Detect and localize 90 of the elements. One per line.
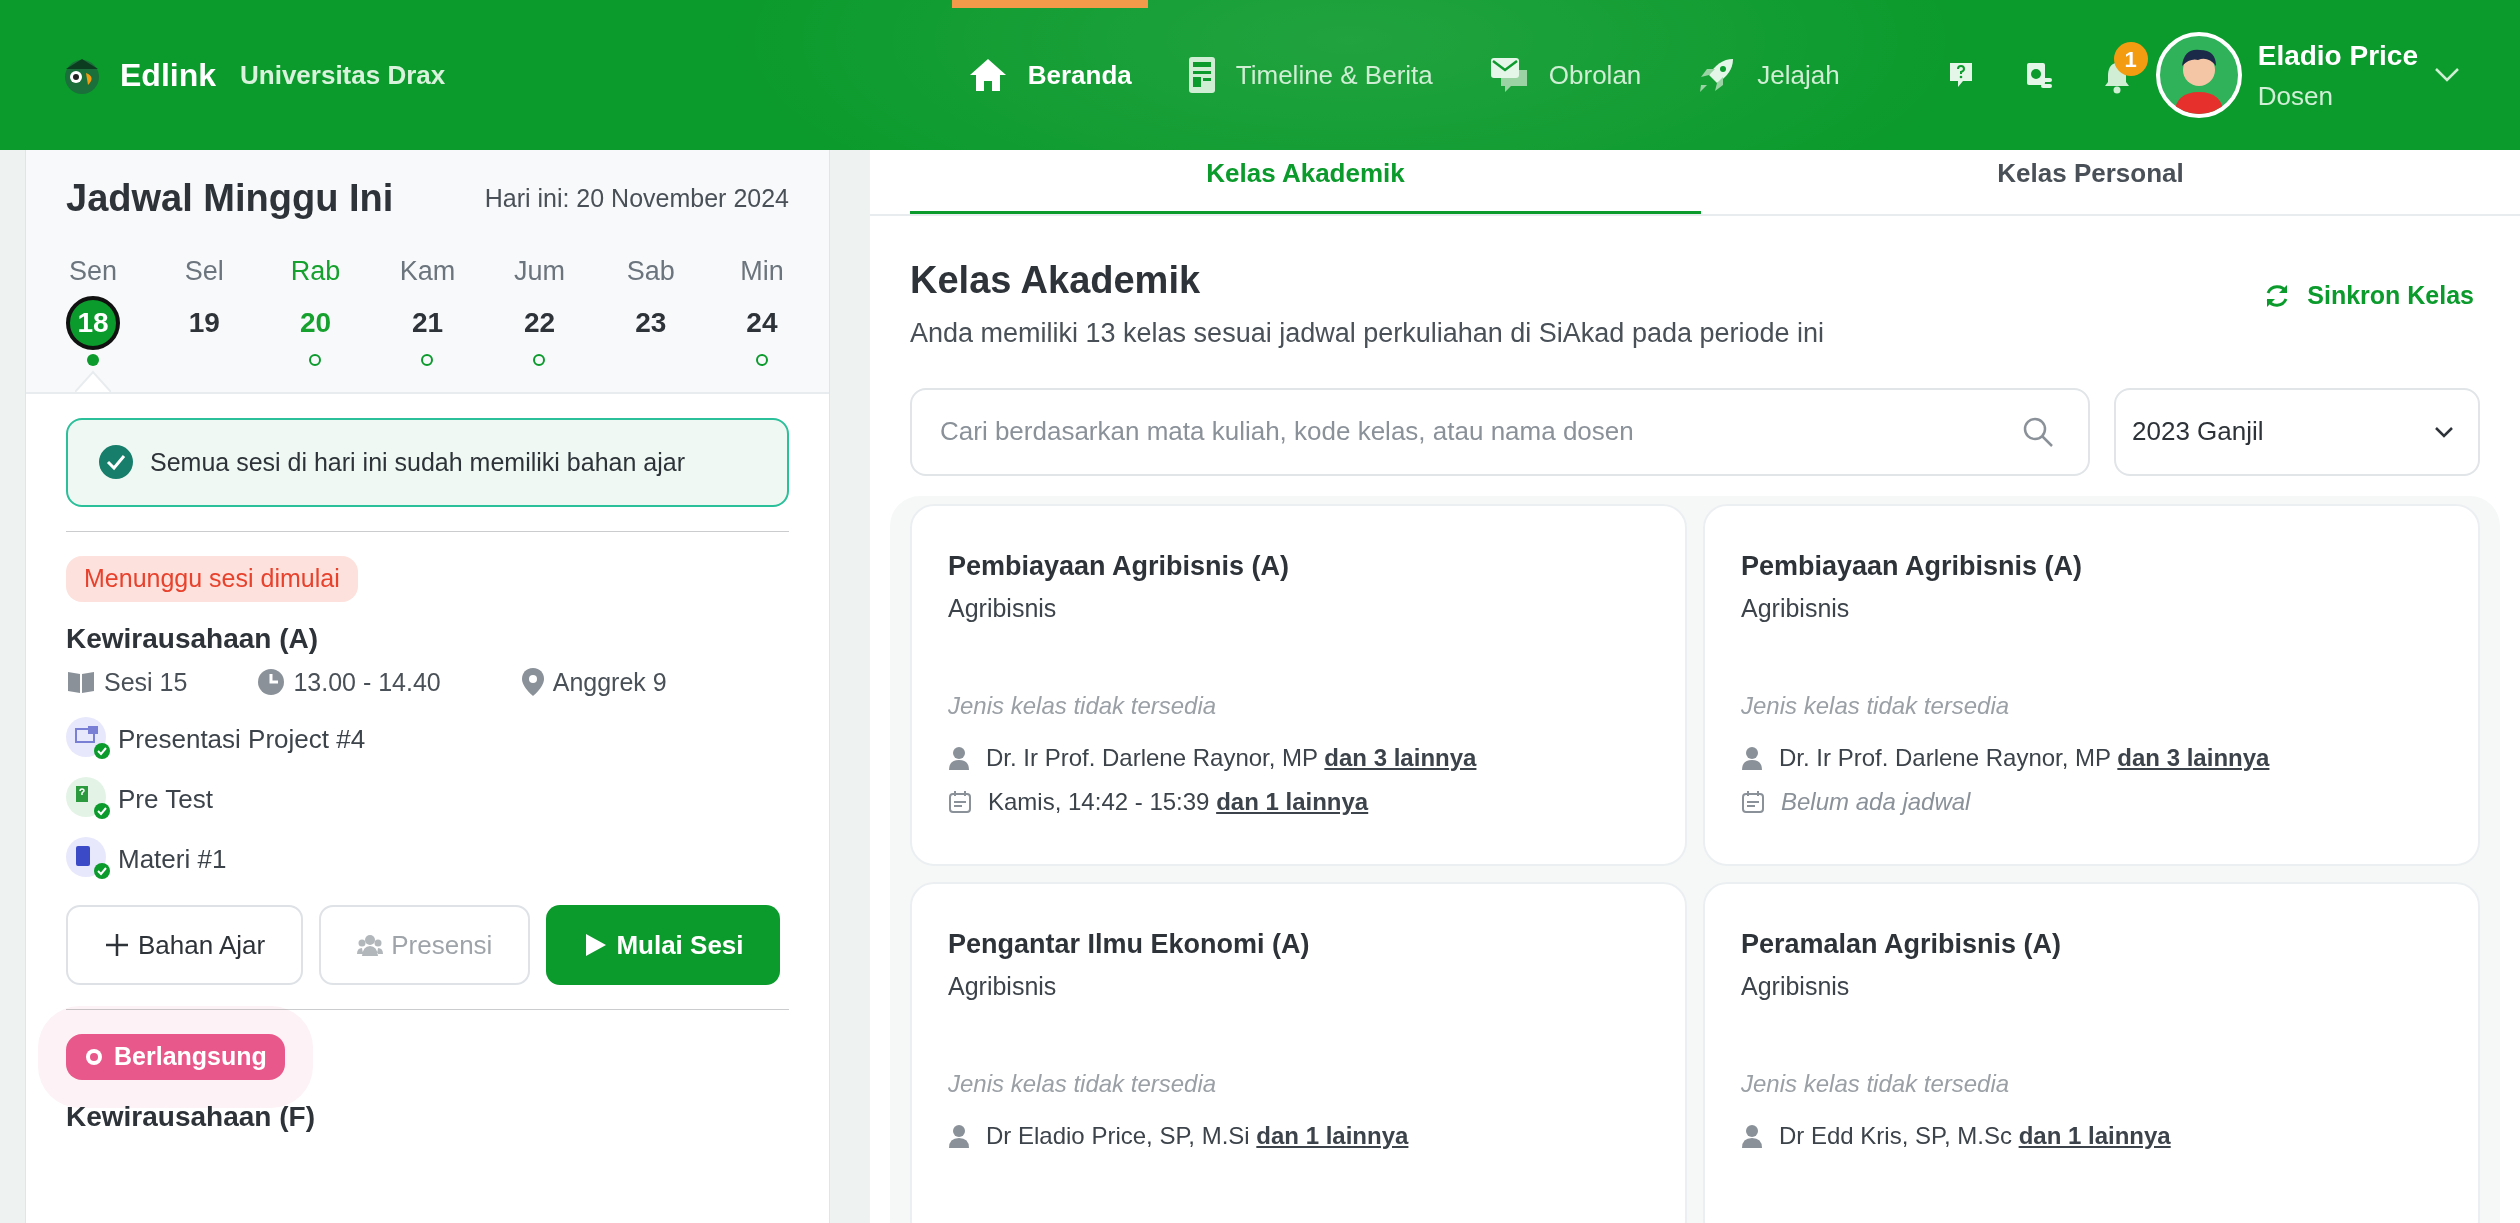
class-title: Peramalan Agribisnis (A) xyxy=(1741,927,2063,961)
day-date: 20 xyxy=(298,305,333,340)
person-icon xyxy=(1741,745,1763,770)
calendar-icon xyxy=(1741,789,1765,814)
newspaper-icon xyxy=(1187,56,1216,94)
day-item[interactable]: Jum 22 xyxy=(512,251,567,392)
lecturer-name: Dr Eladio Price, SP, M.Si dan 1 lainnya xyxy=(986,1120,1409,1151)
day-name: Sab xyxy=(626,255,675,288)
today-date: Hari ini: 20 November 2024 xyxy=(484,182,789,214)
add-button[interactable]: Bahan Ajar xyxy=(66,905,304,985)
class-type: Jenis kelas tidak tersedia xyxy=(1741,690,2011,721)
class-department: Agribisnis xyxy=(948,593,1058,624)
material-item[interactable]: Presentasi Project #4 xyxy=(118,719,366,759)
lecturer-name: Dr Edd Kris, SP, M.Sc dan 1 lainnya xyxy=(1779,1120,2171,1151)
search-icon xyxy=(2022,415,2054,448)
session-title: Kewirausahaan (A) xyxy=(66,621,320,656)
session-number: Sesi 15 xyxy=(104,666,188,698)
day-name: Kam xyxy=(399,255,456,288)
user-role: Dosen xyxy=(2257,79,2334,113)
day-name: Sen xyxy=(68,255,117,288)
class-type: Jenis kelas tidak tersedia xyxy=(1741,1068,2011,1099)
class-title: Pembiayaan Agribisnis (A) xyxy=(1741,549,2084,583)
section-subtitle: Anda memiliki 13 kelas sesuai jadwal perkuliahan di SiAkad pada periode ini xyxy=(910,317,1825,350)
class-card[interactable]: Pembiayaan Agribisnis (A) Agribisnis Jenis kelas tidak tersedia Dr. Ir Prof. Darlene Raynor, MP dan 3 lainnya Kamis, 14:42 - 15:39 dan 1 lainnya xyxy=(910,503,1687,866)
person-icon xyxy=(1741,1123,1763,1148)
more-lecturers-link[interactable]: dan 1 lainnya xyxy=(2018,1121,2171,1149)
person-icon xyxy=(948,1123,970,1148)
class-tab[interactable]: Kelas Akademik xyxy=(910,150,1702,214)
day-name: Min xyxy=(740,255,784,288)
class-card[interactable]: Peramalan Agribisnis (A) Agribisnis Jenis kelas tidak tersedia Dr Edd Kris, SP, M.Sc dan 1 lainnya xyxy=(1703,881,2480,1223)
period-dropdown[interactable]: 2023 Ganjil xyxy=(2114,387,2480,476)
calendar-icon xyxy=(948,789,972,814)
more-schedules-link[interactable]: dan 1 lainnya xyxy=(1216,787,1369,815)
sync-button[interactable]: Sinkron Kelas xyxy=(2257,276,2480,316)
day-name: Sel xyxy=(184,255,224,288)
search-field[interactable]: Cari berdasarkan mata kuliah, kode kelas, atau nama dosen xyxy=(910,387,2090,476)
location-pin-icon xyxy=(520,667,545,698)
notice-text: Semua sesi di hari ini sudah memiliki bahan ajar xyxy=(150,446,685,478)
day-date: 18 xyxy=(66,295,120,350)
chat-icon xyxy=(1488,56,1529,94)
material-item[interactable]: Pre Test xyxy=(118,779,213,819)
day-date: 24 xyxy=(745,305,779,340)
day-date: 22 xyxy=(522,305,557,340)
more-lecturers-link[interactable]: dan 3 lainnya xyxy=(1324,743,1477,771)
material-item[interactable]: Materi #1 xyxy=(118,839,227,879)
class-title: Pembiayaan Agribisnis (A) xyxy=(948,549,1291,583)
clock-icon xyxy=(257,668,286,697)
session-time: 13.00 - 14.40 xyxy=(293,666,441,698)
more-lecturers-link[interactable]: dan 3 lainnya xyxy=(2117,743,2270,771)
class-title: Pengantar Ilmu Ekonomi (A) xyxy=(948,927,1311,961)
start-button[interactable]: Mulai Sesi xyxy=(546,905,780,985)
class-card[interactable]: Pengantar Ilmu Ekonomi (A) Agribisnis Jenis kelas tidak tersedia Dr Eladio Price, SP, M.Si dan 1 lainnya xyxy=(910,881,1687,1223)
class-schedule: Belum ada jadwal xyxy=(1781,786,1971,817)
class-card[interactable]: Pembiayaan Agribisnis (A) Agribisnis Jenis kelas tidak tersedia Dr. Ir Prof. Darlene Raynor, MP dan 3 lainnya Belum ada jadwal xyxy=(1703,503,2480,866)
status-badge: Menunggu sesi dimulai xyxy=(66,556,358,602)
class-department: Agribisnis xyxy=(1741,971,1851,1002)
day-name: Jum xyxy=(513,255,565,288)
class-schedule: Kamis, 14:42 - 15:39 dan 1 lainnya xyxy=(988,786,1369,817)
person-icon xyxy=(948,745,970,770)
day-item[interactable]: Sel 19 xyxy=(177,251,232,392)
day-item[interactable]: Min 24 xyxy=(734,251,789,392)
day-name: Rab xyxy=(290,255,341,288)
notification-badge: 1 xyxy=(2113,42,2148,77)
university-name: Universitas Drax xyxy=(240,58,446,92)
brand-name: Edlink xyxy=(120,56,216,95)
people-icon xyxy=(357,932,384,958)
day-item[interactable]: Sab 23 xyxy=(623,251,678,392)
lecturer-name: Dr. Ir Prof. Darlene Raynor, MP dan 3 lainnya xyxy=(1779,742,2270,773)
day-date: 19 xyxy=(187,305,221,340)
class-department: Agribisnis xyxy=(1741,593,1851,624)
plus-icon xyxy=(104,932,130,958)
day-item[interactable]: Kam 21 xyxy=(399,251,456,392)
day-date: 21 xyxy=(410,305,445,340)
lecturer-name: Dr. Ir Prof. Darlene Raynor, MP dan 3 lainnya xyxy=(986,742,1477,773)
session-title: Kewirausahaan (F) xyxy=(66,1099,316,1134)
chevron-down-icon xyxy=(2434,425,2454,438)
day-item[interactable]: Sen 18 xyxy=(66,251,120,392)
session-room: Anggrek 9 xyxy=(552,666,667,698)
book-icon xyxy=(66,669,96,696)
user-name: Eladio Price xyxy=(2257,38,2418,73)
class-type: Jenis kelas tidak tersedia xyxy=(948,690,1218,721)
chevron-down-icon[interactable] xyxy=(2434,67,2460,83)
section-title: Kelas Akademik xyxy=(910,258,1202,303)
check-circle-icon xyxy=(98,444,134,481)
class-tab[interactable]: Kelas Personal xyxy=(1701,150,2480,214)
schedule-title: Jadwal Minggu Ini xyxy=(66,176,394,221)
day-date: 23 xyxy=(634,305,668,340)
class-department: Agribisnis xyxy=(948,971,1058,1002)
more-lecturers-link[interactable]: dan 1 lainnya xyxy=(1256,1121,1409,1149)
class-type: Jenis kelas tidak tersedia xyxy=(948,1068,1218,1099)
